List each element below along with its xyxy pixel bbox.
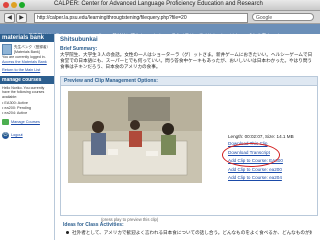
back-arrow-icon[interactable]: ◀ (4, 13, 15, 23)
add-clip-ea200-link[interactable]: Add Clip to Course: ea200 (228, 166, 318, 175)
power-icon: ⏻ (2, 132, 9, 140)
minimize-window-icon[interactable] (11, 2, 17, 8)
sidebar: materials bank 先生バンク（登録者） [Materials Ban… (0, 34, 55, 240)
course-ea204[interactable]: • ea204: Active (0, 111, 54, 116)
highlight-ellipse (222, 143, 280, 167)
add-clip-ea204-link[interactable]: Add Clip to Course: ea204 (228, 174, 318, 183)
search-input[interactable]: Google (252, 13, 314, 21)
panel-title: Preview and Clip Management Options: (61, 77, 317, 86)
manage-courses-label: Manage Courses (11, 119, 40, 124)
hello-text: Hello Noriko. You currently have the fol… (2, 85, 45, 99)
return-main-list-link[interactable]: Return to the Main List (0, 68, 54, 73)
video-preview[interactable] (68, 91, 202, 183)
main-content: Shitsubunkai Brief Summary: 大学院生、大学生３人の会… (56, 34, 320, 240)
close-window-icon[interactable] (3, 2, 9, 8)
window-title: CALPER: Center for Advanced Language Pro… (54, 1, 263, 7)
zoom-window-icon[interactable] (19, 2, 25, 8)
logout-label: Logout (11, 133, 23, 138)
access-materials-bank-link[interactable]: Access the Materials Bank (0, 60, 54, 65)
ideas-text: 社外者として、アメリカで歓迎よく言われる日本食についての話し合う。どんなものをよ… (72, 230, 312, 235)
page-title: Shitsubunkai (60, 37, 98, 43)
logout-button[interactable]: ⏻ Logout (0, 132, 54, 140)
address-bar[interactable]: http://calper.la.psu.edu/learninglthroug… (34, 13, 248, 23)
bullet-icon (66, 231, 69, 234)
brief-summary-text: 大学院生、大学生３人の会話。女性の一人はショーターラ（グ）ットさま。新井ゲームに… (60, 52, 313, 69)
user-line-2: [Materials Bank] (14, 49, 40, 54)
manage-courses-header: manage courses (0, 75, 54, 84)
forward-arrow-icon[interactable]: ▶ (16, 13, 27, 23)
site-nav: Home 教室用リソース (Instructor's Manual) 教材サンプ… (0, 24, 320, 38)
browser-toolbar: ◀ ▶ http://calper.la.psu.edu/learninglth… (0, 11, 320, 24)
materials-bank-icon (2, 44, 12, 55)
window-titlebar: CALPER: Center for Advanced Language Pro… (0, 0, 320, 11)
user-line-1: 先生バンク（登録者） (14, 44, 51, 49)
ideas-label: Ideas for Class Activities: (63, 222, 124, 228)
materials-bank-header: materials bank (0, 34, 54, 42)
manage-courses-icon (2, 119, 9, 126)
